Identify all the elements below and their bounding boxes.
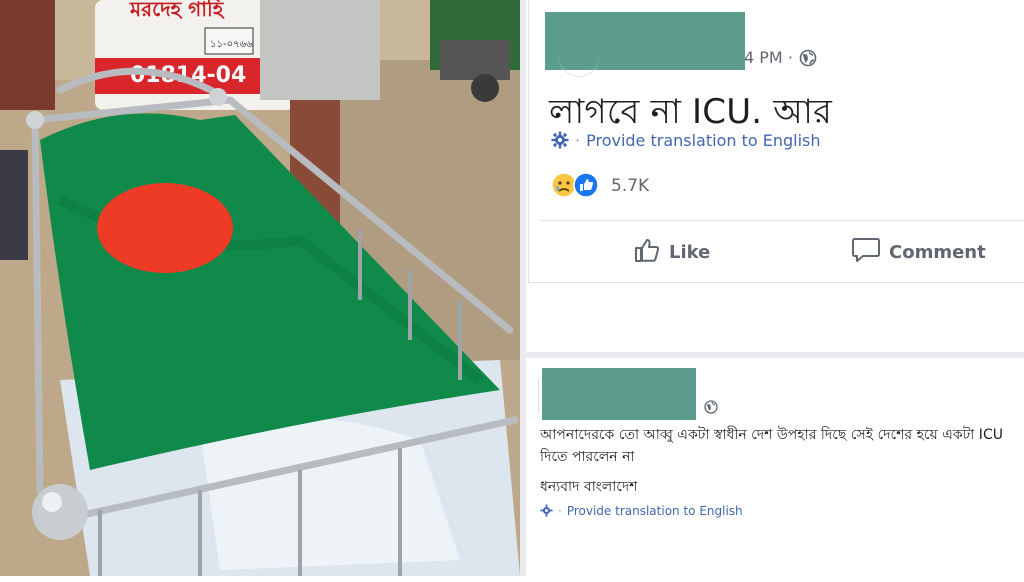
gear-icon: [540, 504, 553, 517]
like-button[interactable]: Like: [633, 236, 710, 266]
translate-link-label[interactable]: Provide translation to English: [586, 131, 820, 150]
svg-text:01814-04: 01814-04: [130, 63, 246, 88]
comment-translate-link[interactable]: · Provide translation to English: [540, 504, 743, 518]
stretcher-photo: মরদেহ গাহি 01814-04 ১১-০৭৬৬: [0, 0, 520, 576]
comment-bubble-icon: [852, 238, 880, 262]
like-button-label: Like: [669, 242, 711, 263]
post-divider: [541, 220, 1024, 221]
thumbs-up-icon: [635, 239, 660, 262]
gear-icon: [551, 131, 569, 149]
redacted-commenter-name: [542, 368, 696, 420]
comment-card: আপনাদেরকে তো আব্বু একটা স্বাধীন দেশ উপহা…: [526, 352, 1024, 582]
post-timestamp[interactable]: 4 PM ·: [744, 48, 793, 67]
avatar: [559, 56, 599, 77]
reaction-count: 5.7K: [611, 176, 650, 196]
comment-text: আপনাদেরকে তো আব্বু একটা স্বাধীন দেশ উপহা…: [540, 424, 1020, 498]
comment-signoff: ধন্যবাদ বাংলাদেশ: [540, 479, 638, 495]
svg-text:১১-০৭৬৬: ১১-০৭৬৬: [210, 39, 253, 50]
blank-area: [526, 283, 1024, 351]
translate-link[interactable]: · Provide translation to English: [551, 131, 821, 150]
facebook-post: 4 PM · লাগবে না ICU. আর · Provide transla…: [528, 0, 1024, 283]
comment-body: আপনাদেরকে তো আব্বু একটা স্বাধীন দেশ উপহা…: [540, 427, 1003, 465]
svg-text:মরদেহ গাহি: মরদেহ গাহি: [129, 0, 225, 21]
globe-icon: [704, 400, 718, 414]
comment-button-label: Comment: [889, 242, 986, 263]
comment-button[interactable]: Comment: [851, 236, 986, 266]
globe-icon: [799, 49, 817, 67]
comment-translate-label[interactable]: Provide translation to English: [567, 504, 743, 518]
like-reaction-icon: [573, 172, 599, 198]
